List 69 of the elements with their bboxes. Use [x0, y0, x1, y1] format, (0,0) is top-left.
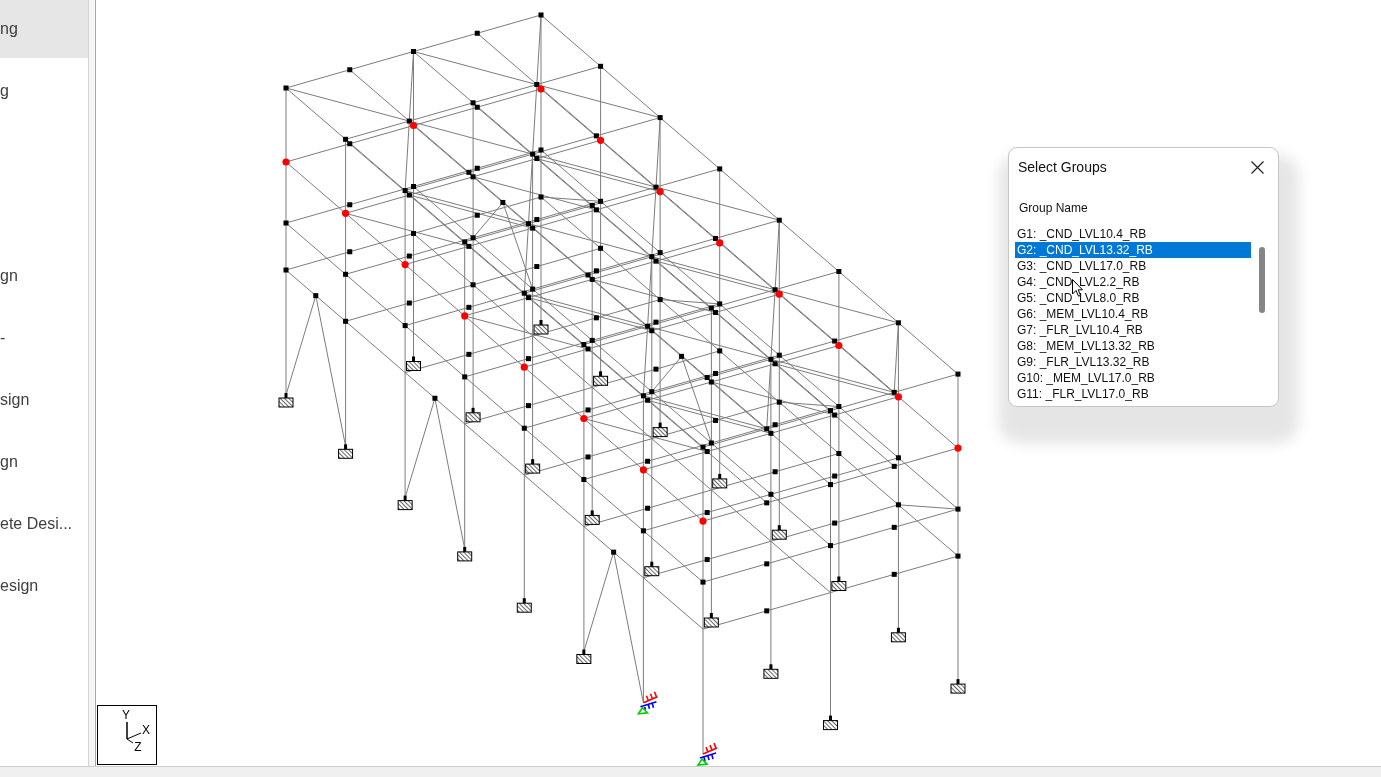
y-axis-line — [126, 721, 128, 740]
x-axis-line — [126, 732, 142, 740]
fixed-support-icon — [644, 561, 660, 577]
pinned-support-icon — [696, 742, 718, 766]
highlighted-node-icon — [639, 466, 647, 474]
highlighted-node-icon — [954, 444, 962, 452]
group-list-item[interactable]: G8: _MEM_LVL13.32_RB — [1015, 338, 1251, 354]
scrollbar-thumb[interactable] — [1259, 247, 1265, 313]
fixed-support-icon — [593, 371, 609, 386]
fixed-support-icon — [703, 613, 719, 628]
close-icon — [1250, 160, 1264, 174]
group-list-item[interactable]: G3: _CND_LVL17.0_RB — [1015, 258, 1251, 274]
highlighted-node-icon — [699, 517, 707, 525]
group-list-item[interactable]: G5: _CND_LVL8.0_RB — [1015, 290, 1251, 306]
fixed-support-icon — [576, 649, 592, 664]
group-list-item[interactable]: G6: _MEM_LVL10.4_RB — [1015, 306, 1251, 322]
group-list-item[interactable]: G9: _FLR_LVL13.32_RB — [1015, 354, 1251, 370]
highlighted-node-icon — [537, 85, 545, 93]
fixed-support-icon — [950, 679, 966, 694]
fixed-support-icon — [890, 627, 906, 643]
fixed-support-icon — [338, 444, 354, 459]
sidebar-item[interactable]: sign — [0, 371, 88, 429]
sidebar-item[interactable]: esign — [0, 557, 88, 615]
group-list-item[interactable]: G1: _CND_LVL10.4_RB — [1015, 226, 1251, 242]
highlighted-node-icon — [835, 341, 843, 350]
highlighted-node-icon — [401, 261, 409, 269]
fixed-support-icon — [763, 664, 779, 679]
highlighted-node-icon — [656, 188, 664, 196]
highlighted-node-icon — [409, 121, 418, 130]
column-header: Group Name — [1019, 200, 1088, 216]
fixed-support-icon — [533, 320, 549, 335]
group-list-item[interactable]: G7: _FLR_LVL10.4_RB — [1015, 322, 1251, 338]
group-list-item[interactable]: G11: _FLR_LVL17.0_RB — [1015, 386, 1251, 402]
z-axis-line — [126, 738, 134, 744]
fixed-support-icon — [771, 525, 787, 540]
group-list-item[interactable]: G10: _MEM_LVL17.0_RB — [1015, 370, 1251, 386]
fixed-support-icon — [584, 510, 600, 525]
highlighted-node-icon — [520, 363, 528, 371]
highlighted-node-icon — [596, 136, 605, 144]
sidebar-item[interactable]: ng — [0, 0, 88, 58]
fixed-support-icon — [652, 422, 668, 438]
sidebar-item[interactable]: ete Desi... — [0, 495, 88, 553]
highlighted-node-icon — [716, 239, 724, 247]
group-list-item[interactable]: G2: _CND_LVL13.32_RB — [1015, 242, 1251, 258]
sidebar-item[interactable]: gn — [0, 247, 88, 305]
highlighted-node-icon — [282, 158, 290, 166]
sidebar-item[interactable]: g — [0, 62, 88, 120]
pinned-support-icon — [636, 691, 659, 715]
fixed-support-icon — [465, 407, 481, 423]
sidebar-item[interactable]: gn — [0, 433, 88, 491]
fixed-support-icon — [406, 356, 421, 371]
highlighted-node-icon — [461, 312, 469, 320]
axis-label: Y — [122, 708, 130, 722]
axis-label: X — [142, 723, 150, 737]
sidebar-item[interactable]: - — [0, 309, 88, 367]
highlighted-node-icon — [775, 290, 783, 298]
fixed-support-icon — [525, 459, 541, 474]
fixed-support-icon — [457, 546, 473, 562]
fixed-support-icon — [712, 473, 728, 489]
axis-label: Z — [134, 740, 142, 754]
highlighted-node-icon — [894, 393, 902, 401]
dialog-title: Select Groups — [1018, 159, 1107, 175]
fixed-support-icon — [823, 715, 838, 731]
fixed-support-icon — [278, 393, 294, 408]
fixed-support-icon — [397, 495, 413, 511]
highlighted-node-icon — [580, 414, 588, 423]
fixed-support-icon — [831, 576, 847, 591]
highlighted-node-icon — [341, 209, 350, 217]
fixed-support-icon — [516, 598, 532, 613]
